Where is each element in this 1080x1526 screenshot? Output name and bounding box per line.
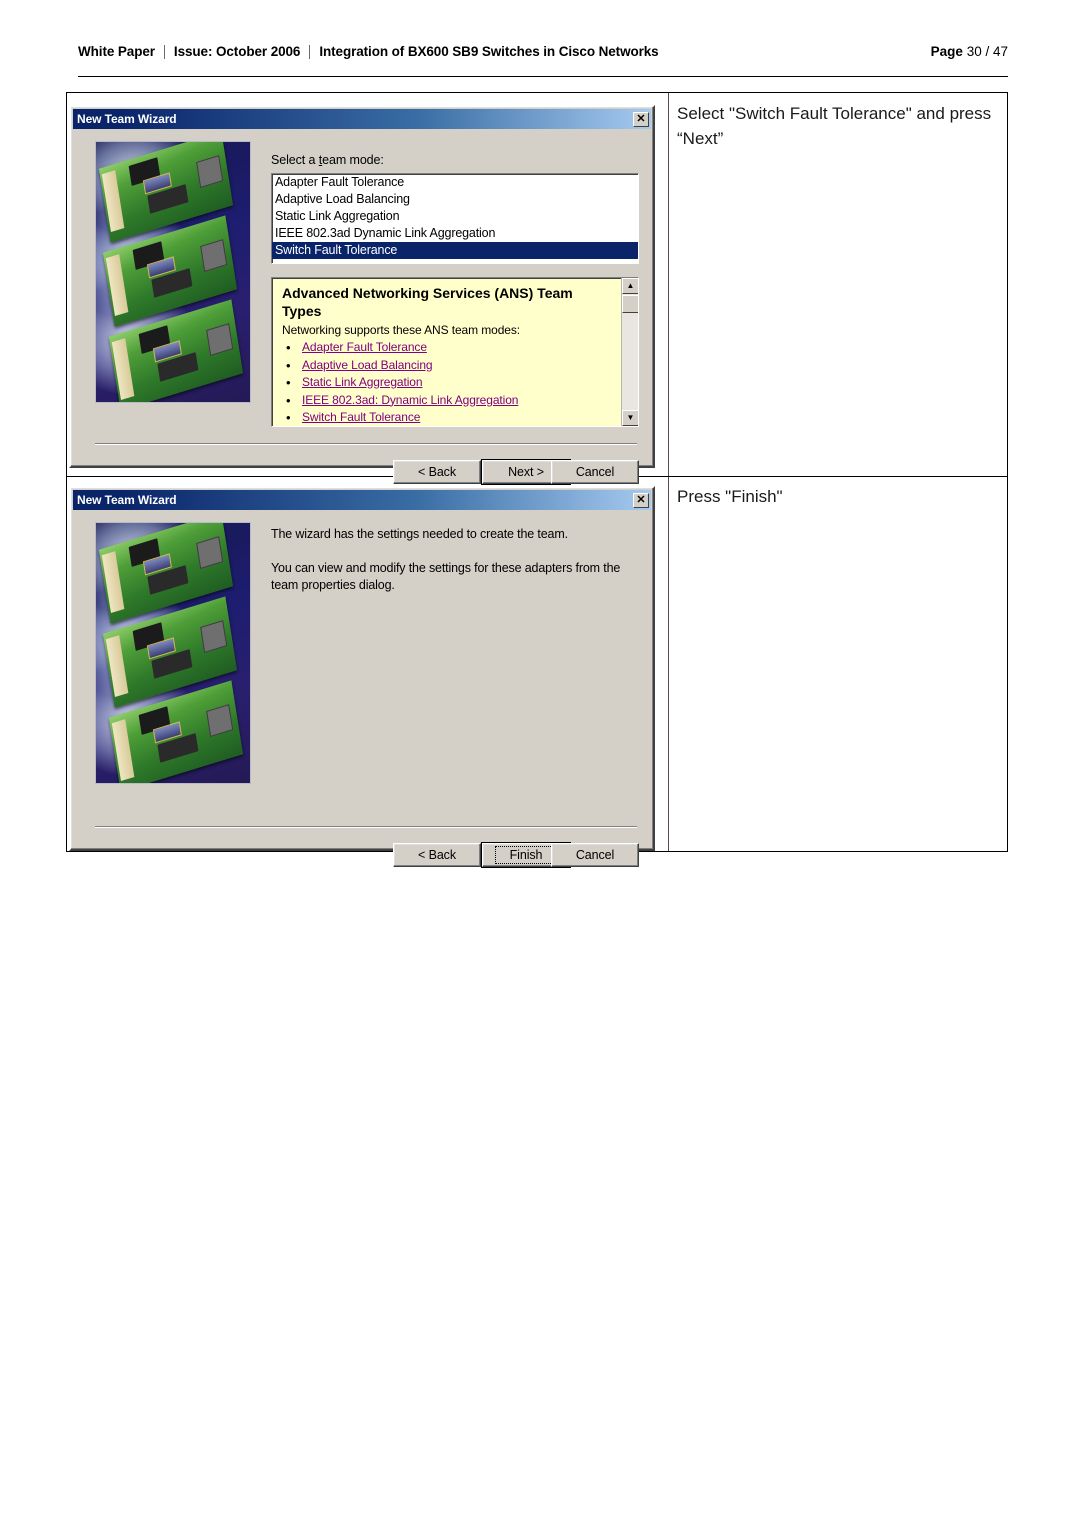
header-issue: Issue: October 2006: [173, 44, 301, 59]
dialog1-titlebar: New Team Wizard ✕: [73, 109, 651, 129]
listbox-item-static-link-aggregation[interactable]: Static Link Aggregation: [272, 208, 638, 225]
help-pane-content: Advanced Networking Services (ANS) Team …: [272, 278, 621, 426]
finish-button-label: Finish: [509, 848, 543, 862]
scroll-down-icon[interactable]: ▼: [622, 410, 638, 426]
screenshot-table: Select "Switch Fault Tolerance" and pres…: [66, 92, 1008, 868]
cancel-button[interactable]: Cancel: [551, 843, 639, 867]
wizard-summary-line-1: The wizard has the settings needed to cr…: [271, 527, 568, 541]
team-mode-label: Select a team mode:: [271, 153, 384, 167]
close-icon[interactable]: ✕: [633, 492, 649, 508]
header-doc-type: White Paper: [78, 44, 155, 59]
dialog2-body: The wizard has the settings needed to cr…: [73, 512, 651, 868]
dialog2-title: New Team Wizard: [77, 493, 177, 507]
help-link-static-link-aggregation[interactable]: Static Link Aggregation: [302, 375, 423, 389]
header-left-group: White Paper Issue: October 2006 Integrat…: [78, 44, 668, 59]
table-column-divider: [668, 93, 669, 851]
wizard-summary-line-2: You can view and modify the settings for…: [271, 561, 621, 592]
back-button-label: < Back: [418, 465, 456, 479]
listbox-item-ieee-8023ad-dynamic-link-aggregation[interactable]: IEEE 802.3ad Dynamic Link Aggregation: [272, 225, 638, 242]
help-link-adaptive-load-balancing[interactable]: Adaptive Load Balancing: [302, 358, 433, 372]
list-item: IEEE 802.3ad: Dynamic Link Aggregation: [282, 392, 613, 410]
help-link-switch-fault-tolerance[interactable]: Switch Fault Tolerance: [302, 410, 420, 424]
help-pane-title: Advanced Networking Services (ANS) Team …: [282, 285, 573, 319]
listbox-item-adapter-fault-tolerance[interactable]: Adapter Fault Tolerance: [272, 174, 638, 191]
new-team-wizard-dialog-step2: New Team Wizard ✕ The wizard has the set…: [69, 486, 655, 868]
team-mode-label-prefix: Select a: [271, 153, 319, 167]
listbox-item-adaptive-load-balancing[interactable]: Adaptive Load Balancing: [272, 191, 638, 208]
scrollbar-thumb[interactable]: [622, 295, 638, 313]
network-adapter-photo: [95, 141, 251, 403]
page-label: Page: [930, 44, 963, 59]
scroll-up-icon[interactable]: ▲: [622, 278, 638, 294]
dialog1-body: Select a team mode: Adapter Fault Tolera…: [73, 131, 651, 485]
new-team-wizard-dialog-step1: New Team Wizard ✕ Select a team mode: Ad…: [69, 105, 655, 485]
back-button[interactable]: < Back: [393, 843, 481, 867]
list-item: Adaptive Load Balancing: [282, 357, 613, 375]
page-value: 30 / 47: [966, 44, 1008, 59]
caption-row-1: Select "Switch Fault Tolerance" and pres…: [677, 104, 992, 148]
caption-row-2: Press "Finish": [677, 487, 783, 506]
dialog2-titlebar: New Team Wizard ✕: [73, 490, 651, 510]
network-adapter-photo: [95, 522, 251, 784]
team-mode-label-suffix: eam mode:: [322, 153, 384, 167]
dialog1-button-separator: [95, 443, 637, 445]
dialog2-button-separator: [95, 826, 637, 828]
listbox-item-switch-fault-tolerance[interactable]: Switch Fault Tolerance: [272, 242, 638, 259]
cancel-button-label: Cancel: [575, 848, 615, 862]
cancel-button-label: Cancel: [575, 465, 615, 479]
back-button-label: < Back: [418, 848, 456, 862]
page-header: White Paper Issue: October 2006 Integrat…: [78, 44, 1008, 74]
help-pane-link-list: Adapter Fault Tolerance Adaptive Load Ba…: [282, 339, 613, 426]
help-link-ieee-8023ad-dynamic-link-aggregation[interactable]: IEEE 802.3ad: Dynamic Link Aggregation: [302, 393, 518, 407]
list-item: Switch Fault Tolerance: [282, 409, 613, 426]
ans-help-pane: Advanced Networking Services (ANS) Team …: [271, 277, 639, 427]
header-page-indicator: Page 30 / 47: [931, 44, 1008, 59]
list-item: Adapter Fault Tolerance: [282, 339, 613, 357]
finish-button-focus-ring: Finish: [494, 846, 558, 864]
dialog1-title: New Team Wizard: [77, 112, 177, 126]
next-button-label: Next >: [508, 465, 544, 479]
back-button[interactable]: < Back: [393, 460, 481, 484]
team-mode-listbox[interactable]: Adapter Fault Tolerance Adaptive Load Ba…: [271, 173, 639, 264]
header-document-title: Integration of BX600 SB9 Switches in Cis…: [319, 44, 659, 59]
close-icon[interactable]: ✕: [633, 111, 649, 127]
list-item: Static Link Aggregation: [282, 374, 613, 392]
help-pane-subtitle: Networking supports these ANS team modes…: [282, 323, 521, 337]
cancel-button[interactable]: Cancel: [551, 460, 639, 484]
help-pane-scrollbar[interactable]: ▲ ▼: [621, 278, 638, 426]
help-link-adapter-fault-tolerance[interactable]: Adapter Fault Tolerance: [302, 340, 427, 354]
header-rule: [78, 76, 1008, 77]
